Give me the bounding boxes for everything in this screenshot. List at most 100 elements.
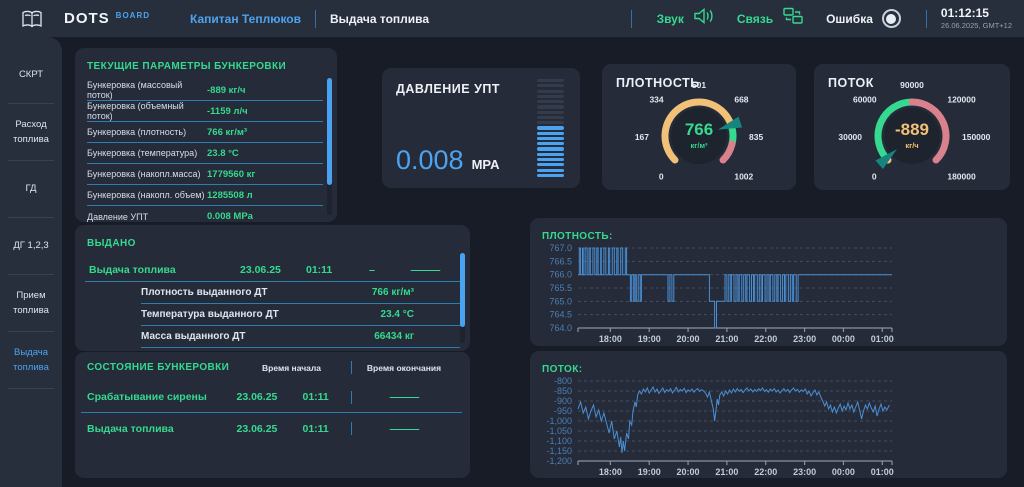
pressure-segment	[537, 137, 564, 140]
ship-name[interactable]: Капитан Теплюков	[190, 12, 301, 26]
svg-text:764.5: 764.5	[549, 310, 572, 320]
svg-text:668: 668	[734, 95, 748, 105]
flow-chart: -800-850-900-950-1,000-1,050-1,100-1,150…	[530, 373, 1007, 478]
sidebar-item[interactable]: ГД	[0, 161, 62, 218]
param-value: 0.008 MPa	[207, 211, 323, 222]
topbar-divider	[315, 10, 316, 28]
pressure-level-indicator	[537, 79, 564, 177]
param-row: Бункеровка (температура) 23.8 °C	[87, 143, 323, 164]
topbar-left: DOTS BOARD Капитан Теплюков Выдача топли…	[0, 9, 429, 29]
sound-label: Звук	[657, 12, 684, 26]
flow-gauge-panel: ПОТОК 0300006000090000120000150000180000…	[814, 64, 1010, 190]
svg-text:22:00: 22:00	[754, 467, 777, 477]
topbar: DOTS BOARD Капитан Теплюков Выдача топли…	[0, 0, 1024, 37]
issued-scrollbar-thumb[interactable]	[460, 253, 465, 327]
topbar-divider	[926, 10, 927, 28]
speaker-icon	[693, 7, 715, 30]
sidebar-item-label: Выдача топлива	[4, 346, 58, 375]
status-row-name: Срабатывание сирены	[87, 391, 237, 403]
status-row-end: ———	[352, 391, 456, 403]
clock-time: 01:12:15	[941, 6, 1012, 21]
svg-text:20:00: 20:00	[677, 467, 700, 477]
pressure-segment	[537, 100, 564, 103]
param-row: Бункеровка (плотность) 766 кг/м³	[87, 122, 323, 143]
pressure-segment	[537, 174, 564, 177]
svg-text:0: 0	[659, 171, 664, 181]
svg-text:334: 334	[649, 95, 663, 105]
svg-text:767.0: 767.0	[549, 243, 572, 253]
param-label: Бункеровка (накопл.масса)	[87, 169, 207, 179]
svg-text:-1,150: -1,150	[546, 446, 572, 456]
error-label: Ошибка	[826, 12, 873, 26]
status-col-end: Время окончания	[352, 363, 456, 373]
param-value: 766 кг/м³	[207, 127, 323, 138]
density-gauge-panel: ПЛОТНОСТЬ 01673345016688351002 766 кг/м³	[602, 64, 796, 190]
svg-text:21:00: 21:00	[715, 334, 738, 344]
pressure-segment	[537, 163, 564, 166]
pressure-segment	[537, 169, 564, 172]
sidebar-item[interactable]: СКРТ	[0, 47, 62, 104]
logbook-icon[interactable]	[0, 9, 64, 29]
pressure-title: ДАВЛЕНИЕ УПТ	[396, 82, 500, 96]
pressure-segment	[537, 95, 564, 98]
sidebar-item[interactable]: Расход топлива	[0, 104, 62, 161]
issued-row-value: 766 кг/м³	[340, 287, 460, 298]
status-row-date: 23.06.25	[237, 391, 303, 403]
svg-text:766.0: 766.0	[549, 270, 572, 280]
flow-gauge-value-group: -889 кг/ч	[814, 120, 1010, 150]
page-title: Выдача топлива	[330, 12, 429, 26]
params-scrollbar-thumb[interactable]	[327, 78, 332, 185]
issued-event-name: Выдача топлива	[85, 264, 240, 276]
issued-panel: ВЫДАНО Выдача топлива 23.06.25 01:11 – —…	[75, 225, 470, 351]
sidebar-item-label: ДГ 1,2,3	[4, 239, 58, 253]
error-status[interactable]: Ошибка	[826, 9, 901, 28]
pressure-segment	[537, 147, 564, 150]
param-label: Бункеровка (объемный поток)	[87, 101, 207, 121]
svg-text:23:00: 23:00	[793, 334, 816, 344]
svg-text:-1,050: -1,050	[546, 426, 572, 436]
sidebar-item[interactable]: Выдача топлива	[0, 332, 62, 389]
topbar-divider	[631, 10, 632, 28]
svg-text:-850: -850	[554, 386, 572, 396]
pressure-segment	[537, 105, 564, 108]
status-col-start: Время начала	[233, 363, 351, 373]
density-gauge-value-group: 766 кг/м³	[602, 120, 796, 150]
clock-date: 26.06.2025, GMT+12	[941, 21, 1012, 30]
sidebar-item-label: Расход топлива	[4, 118, 58, 147]
svg-text:23:00: 23:00	[793, 467, 816, 477]
pressure-segment	[537, 90, 564, 93]
status-row-name: Выдача топлива	[87, 423, 237, 435]
sidebar-item[interactable]: ДГ 1,2,3	[0, 218, 62, 275]
pressure-value-group: 0.008 MPA	[396, 145, 500, 176]
link-status[interactable]: Связь	[737, 6, 804, 31]
param-row: Бункеровка (накопл. объем) 1285508 л	[87, 185, 323, 206]
svg-text:0: 0	[872, 171, 877, 181]
density-gauge-title: ПЛОТНОСТЬ	[616, 76, 700, 90]
density-gauge-unit: кг/м³	[602, 141, 796, 150]
network-icon	[782, 6, 804, 31]
sidebar-item-label: Прием топлива	[4, 289, 58, 318]
svg-text:-950: -950	[554, 406, 572, 416]
status-row-end: ———	[352, 423, 456, 435]
svg-text:120000: 120000	[947, 95, 976, 105]
svg-text:1002: 1002	[734, 171, 753, 181]
issued-row-value: 23.4 °C	[340, 309, 460, 320]
issued-scrollbar-track[interactable]	[460, 253, 465, 343]
param-value: 1285508 л	[207, 190, 323, 201]
status-row: Выдача топлива 23.06.25 01:11 ———	[81, 413, 462, 444]
app-logo-sub: BOARD	[116, 11, 150, 20]
svg-text:18:00: 18:00	[599, 467, 622, 477]
sidebar-item-label: ГД	[4, 182, 58, 196]
app-logo: DOTS	[64, 10, 110, 27]
params-scrollbar-track[interactable]	[327, 78, 332, 215]
issued-row: Температура выданного ДТ 23.4 °C	[141, 304, 460, 326]
status-title: СОСТОЯНИЕ БУНКЕРОВКИ	[87, 362, 233, 373]
current-params-panel: ТЕКУЩИЕ ПАРАМЕТРЫ БУНКЕРОВКИ Бункеровка …	[75, 48, 337, 222]
sound-status[interactable]: Звук	[657, 7, 715, 30]
issued-event-time: 01:11	[306, 264, 354, 276]
pressure-panel: ДАВЛЕНИЕ УПТ 0.008 MPA	[382, 68, 580, 188]
sidebar-item[interactable]: Прием топлива	[0, 275, 62, 332]
topbar-right: Звук Связь Ошибка	[617, 6, 1024, 31]
svg-text:765.5: 765.5	[549, 283, 572, 293]
param-value: -1159 л/ч	[207, 106, 323, 117]
